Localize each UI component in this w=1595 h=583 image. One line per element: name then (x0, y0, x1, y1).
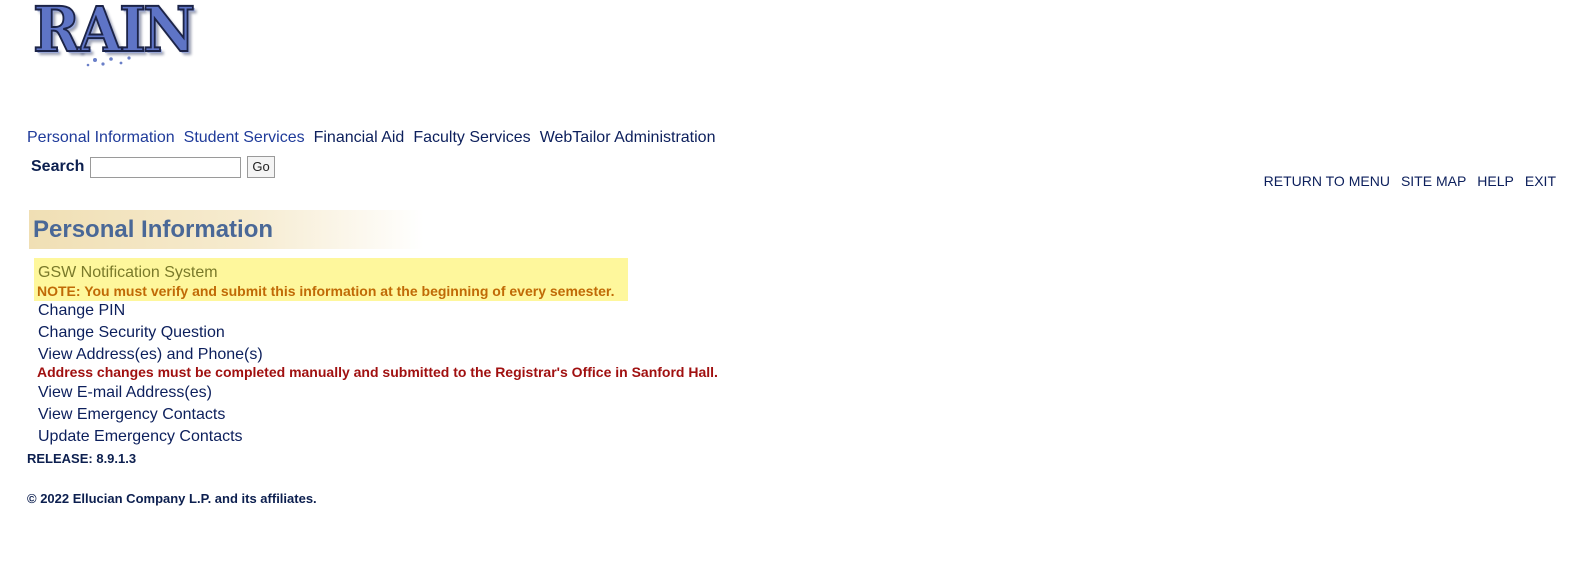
change-security-question-link[interactable]: Change Security Question (38, 324, 225, 342)
page-title: Personal Information (33, 216, 274, 243)
release-version: RELEASE: 8.9.1.3 (27, 451, 137, 466)
address-change-warning: Address changes must be completed manual… (37, 364, 718, 380)
update-emergency-contacts-link[interactable]: Update Emergency Contacts (38, 428, 243, 446)
return-to-menu-link[interactable]: RETURN TO MENU (1264, 173, 1390, 189)
nav-faculty-services[interactable]: Faculty Services (413, 129, 530, 147)
search-label: Search (31, 158, 85, 175)
copyright-notice: © 2022 Ellucian Company L.P. and its aff… (27, 491, 317, 506)
logo-drips (86, 56, 131, 67)
exit-link[interactable]: EXIT (1525, 173, 1556, 189)
view-emergency-contacts-link[interactable]: View Emergency Contacts (38, 406, 225, 424)
personal-info-menu: GSW Notification System NOTE: You must v… (34, 258, 718, 445)
nav-student-services[interactable]: Student Services (184, 129, 305, 147)
highlighted-menu-item: GSW Notification System NOTE: You must v… (34, 258, 628, 301)
site-map-link[interactable]: SITE MAP (1401, 173, 1466, 189)
utility-links: RETURN TO MENU SITE MAP HELP EXIT (1264, 173, 1556, 189)
view-address-phone-link[interactable]: View Address(es) and Phone(s) (38, 346, 263, 364)
search-bar: Search Go (31, 156, 275, 178)
page: RAIN Personal Information Student Servic… (0, 0, 1595, 583)
gsw-notification-system-link[interactable]: GSW Notification System (38, 264, 218, 282)
search-input[interactable] (90, 156, 242, 178)
view-email-link[interactable]: View E-mail Address(es) (38, 384, 212, 402)
search-go-button[interactable]: Go (247, 156, 275, 178)
change-pin-link[interactable]: Change PIN (38, 302, 125, 320)
nav-personal-information[interactable]: Personal Information (27, 129, 175, 147)
top-nav: Personal Information Student Services Fi… (27, 129, 715, 147)
rain-logo: RAIN (32, 0, 196, 72)
help-link[interactable]: HELP (1477, 173, 1514, 189)
page-title-banner: Personal Information (29, 210, 424, 249)
semester-verification-note: NOTE: You must verify and submit this in… (37, 283, 615, 299)
nav-webtailor-administration[interactable]: WebTailor Administration (540, 129, 716, 147)
nav-financial-aid[interactable]: Financial Aid (314, 129, 405, 147)
